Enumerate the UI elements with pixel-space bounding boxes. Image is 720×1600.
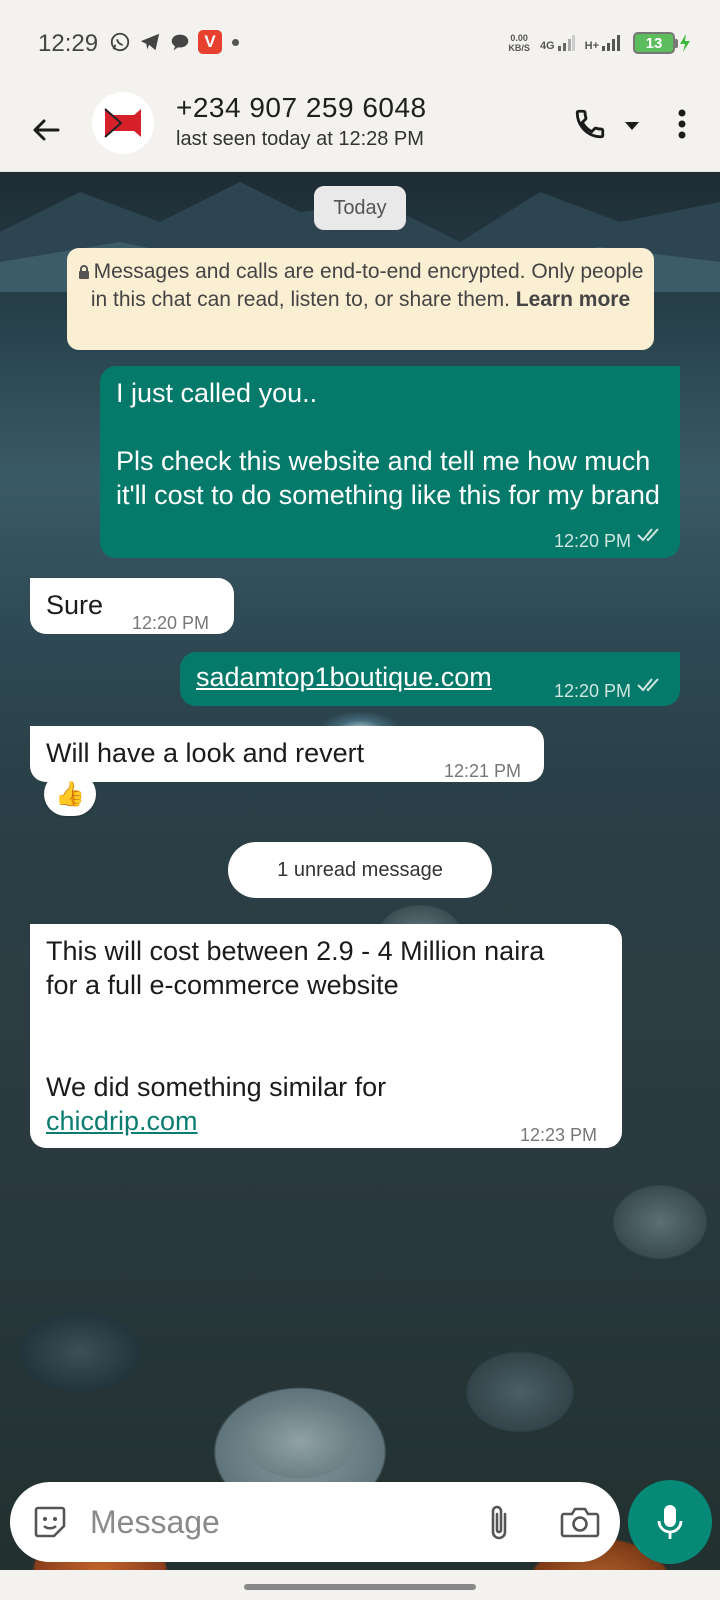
last-seen-status: last seen today at 12:28 PM — [176, 128, 424, 150]
call-options-button[interactable] — [620, 114, 644, 138]
lock-icon — [78, 265, 89, 279]
microphone-icon — [657, 1505, 683, 1539]
emoji-button[interactable] — [30, 1502, 70, 1542]
status-time: 12:29 — [38, 30, 99, 57]
network-speed-value: 0.00 — [510, 33, 528, 43]
telegram-icon — [138, 30, 162, 54]
network-speed-unit: KB/S — [508, 43, 530, 53]
back-button[interactable] — [22, 106, 70, 154]
network-speed: 0.00 KB/S — [508, 33, 530, 53]
signal-hplus-icon: H+ — [585, 34, 623, 52]
message-text: Will have a look and revert — [46, 738, 365, 768]
message-time: 12:21 PM — [444, 761, 522, 781]
more-options-button[interactable] — [664, 102, 700, 146]
message-bubble-incoming[interactable]: Will have a look and revert 12:21 PM — [30, 726, 544, 782]
message-bubble-outgoing[interactable]: I just called you.. Pls check this websi… — [100, 366, 680, 558]
message-text: This will cost between 2.9 - 4 Million n… — [46, 936, 545, 1000]
date-separator: Today — [314, 186, 406, 230]
whatsapp-icon — [108, 30, 132, 54]
sticker-emoji-icon — [34, 1506, 66, 1538]
attach-button[interactable] — [478, 1500, 522, 1544]
message-text: We did something similar for — [46, 1072, 387, 1102]
read-receipt-icon — [637, 528, 659, 542]
message-link[interactable]: chicdrip.com — [46, 1106, 198, 1136]
network-type-1: 4G — [539, 40, 555, 52]
learn-more-link[interactable]: Learn more — [516, 288, 630, 311]
message-time: 12:20 PM — [554, 681, 632, 701]
camera-button[interactable] — [556, 1500, 604, 1544]
signal-4g-icon: 4G — [540, 34, 575, 52]
network-type-2: H+ — [584, 40, 599, 52]
notification-icons: V — [108, 30, 239, 54]
status-bar: 12:29 V 0.00 KB/S 4G H+ 13 — [0, 0, 720, 88]
contact-name[interactable]: +234 907 259 6048 — [176, 92, 427, 124]
message-input[interactable] — [90, 1496, 450, 1548]
message-time: 12:23 PM — [520, 1125, 598, 1145]
more-notifications-icon — [232, 38, 239, 46]
message-bubble-incoming[interactable]: Sure 12:20 PM — [30, 578, 234, 634]
message-bubble-outgoing[interactable]: sadamtop1boutique.com 12:20 PM — [180, 652, 680, 706]
charging-icon — [680, 34, 690, 52]
message-time: 12:20 PM — [132, 613, 210, 633]
unread-messages-divider: 1 unread message — [228, 842, 492, 898]
phone-icon — [575, 109, 605, 139]
message-text: Pls check this website and tell me how m… — [116, 446, 660, 510]
message-text: Sure — [46, 590, 104, 620]
message-bubble-incoming[interactable]: This will cost between 2.9 - 4 Million n… — [30, 924, 622, 1148]
more-vertical-icon — [678, 109, 686, 139]
message-link[interactable]: sadamtop1boutique.com — [196, 662, 492, 692]
back-arrow-icon — [33, 119, 60, 141]
vivaldi-app-icon: V — [198, 30, 222, 54]
gesture-navigation-handle[interactable] — [244, 1584, 476, 1590]
contact-avatar[interactable] — [92, 92, 154, 154]
message-time: 12:20 PM — [554, 531, 632, 551]
read-receipt-icon — [637, 678, 659, 692]
message-composer — [10, 1482, 620, 1562]
battery-level: 13 — [633, 32, 675, 54]
paperclip-icon — [491, 1505, 507, 1540]
chevron-down-icon — [625, 122, 639, 130]
camera-icon — [560, 1507, 600, 1538]
encryption-notice[interactable]: Messages and calls are end-to-end encryp… — [67, 248, 654, 350]
reaction-badge[interactable]: 👍 — [44, 772, 96, 816]
brand-logo-icon — [104, 108, 141, 138]
chat-bubble-icon — [168, 30, 192, 54]
battery-icon: 13 — [633, 32, 692, 54]
chat-header: +234 907 259 6048 last seen today at 12:… — [0, 88, 720, 172]
voice-call-button[interactable] — [568, 102, 612, 146]
voice-message-button[interactable] — [628, 1480, 712, 1564]
system-icons: 0.00 KB/S 4G H+ 13 — [508, 32, 692, 54]
message-text: I just called you.. — [116, 378, 318, 408]
